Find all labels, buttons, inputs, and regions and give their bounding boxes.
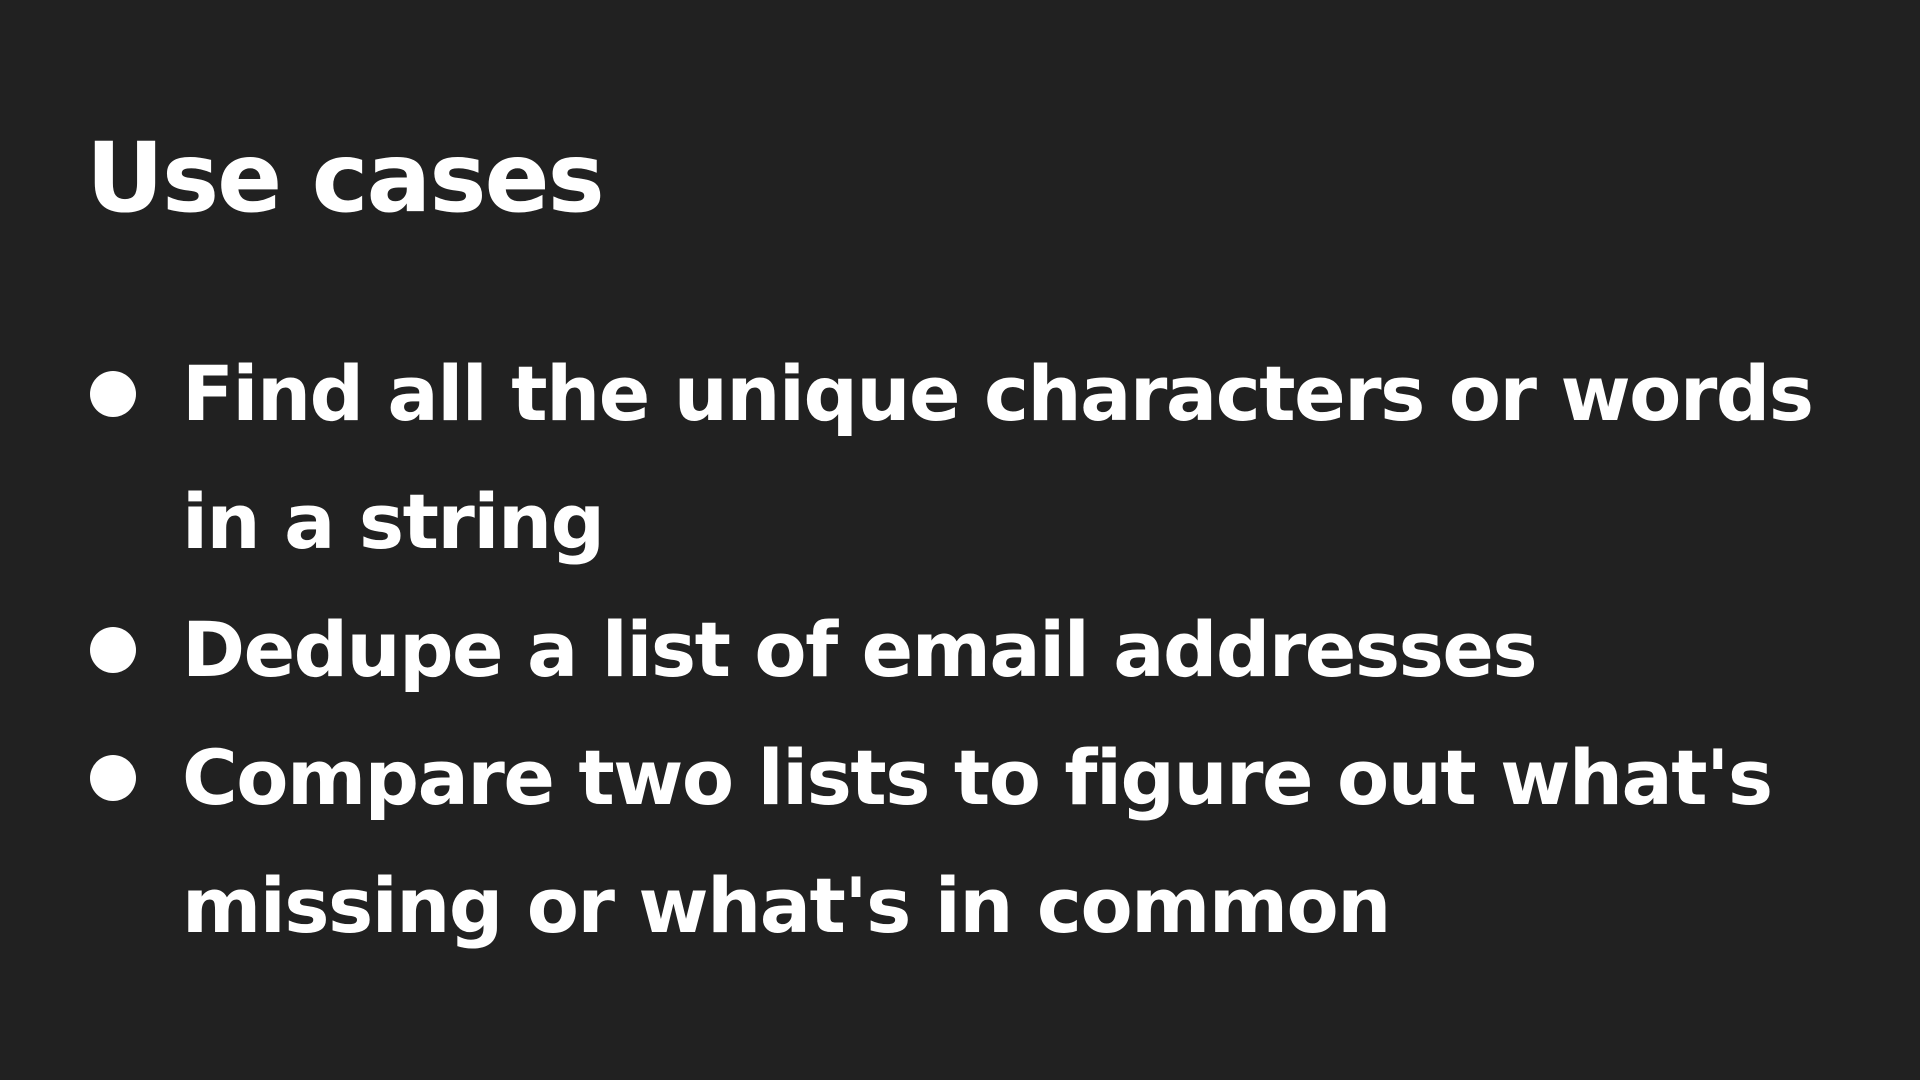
- slide-title: Use cases: [86, 122, 605, 234]
- bullet-dot-icon: [90, 371, 136, 417]
- bullet-item-dedupe-emails: Dedupe a list of email addresses: [86, 586, 1876, 714]
- bullet-text: Find all the unique characters or words …: [182, 349, 1814, 566]
- bullet-text: Compare two lists to figure out what's m…: [182, 733, 1773, 950]
- bullet-item-unique-characters: Find all the unique characters or words …: [86, 330, 1876, 586]
- bullet-item-compare-lists: Compare two lists to figure out what's m…: [86, 714, 1876, 970]
- bullet-dot-icon: [90, 755, 136, 801]
- bullet-list: Find all the unique characters or words …: [86, 330, 1876, 970]
- bullet-dot-icon: [90, 627, 136, 673]
- slide: Use cases Find all the unique characters…: [0, 0, 1920, 1080]
- bullet-text: Dedupe a list of email addresses: [182, 605, 1538, 694]
